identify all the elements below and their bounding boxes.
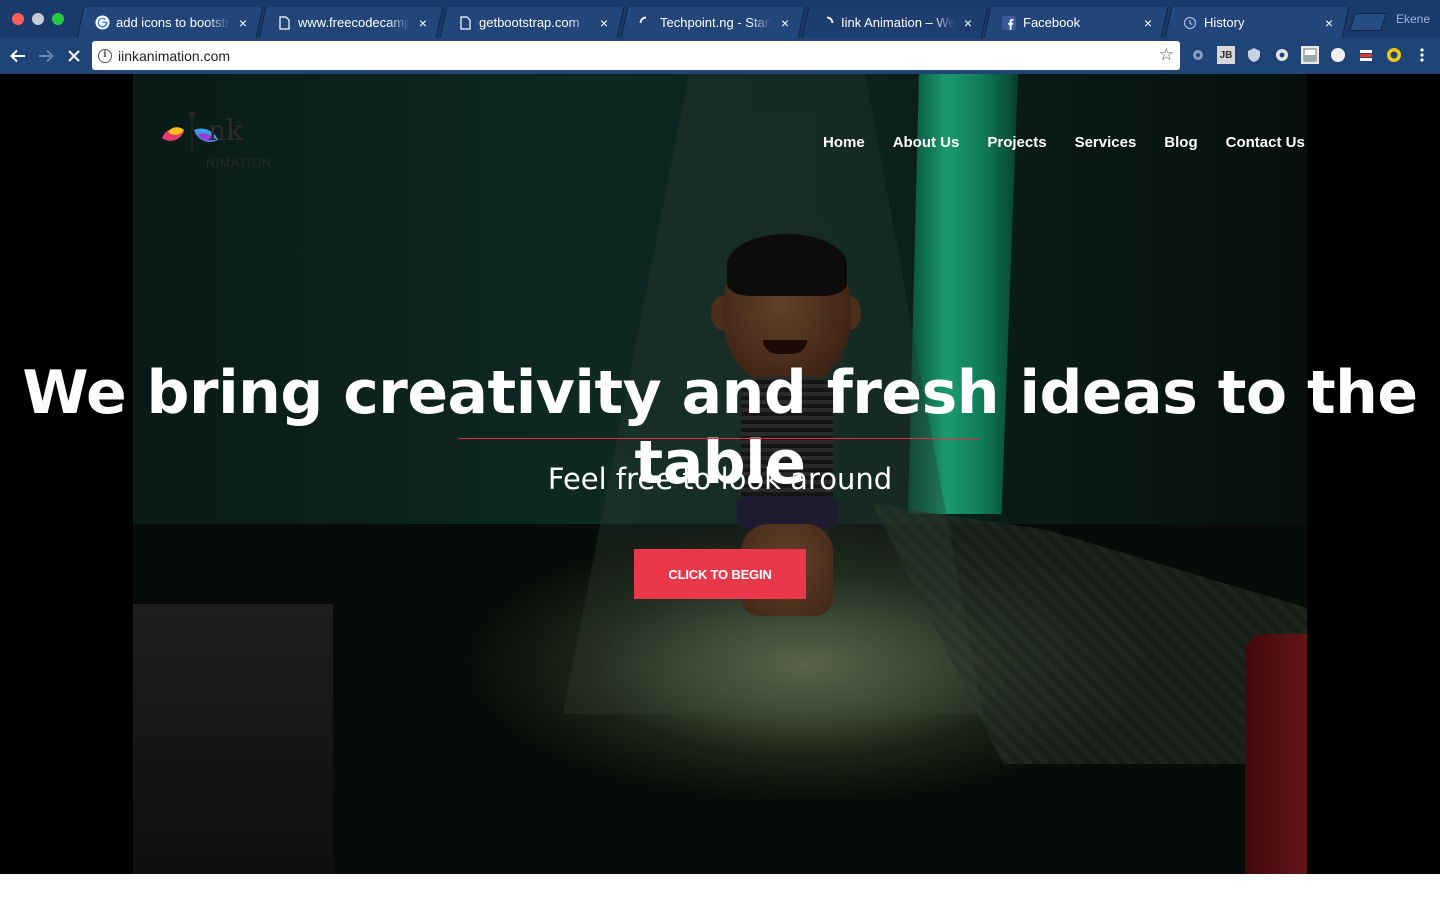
- nav-about-us[interactable]: About Us: [893, 134, 960, 151]
- nav-blog[interactable]: Blog: [1164, 134, 1197, 151]
- page-icon: [276, 15, 292, 31]
- tab-title: add icons to bootstrap: [116, 15, 230, 30]
- tab-close-icon[interactable]: ×: [1141, 15, 1155, 31]
- tab-getbootstrap[interactable]: getbootstrap.com ×: [443, 7, 621, 38]
- coin-extension-icon[interactable]: [1385, 46, 1403, 64]
- maximize-window-button[interactable]: [52, 13, 64, 25]
- stop-loading-button[interactable]: [62, 44, 86, 68]
- minimize-window-button[interactable]: [32, 13, 44, 25]
- back-arrow-icon: [10, 49, 25, 63]
- back-button[interactable]: [6, 44, 30, 68]
- tab-title: Facebook: [1023, 15, 1081, 30]
- new-tab-button[interactable]: [1349, 13, 1387, 31]
- loading-spinner-icon: [819, 15, 835, 31]
- tab-close-icon[interactable]: ×: [597, 15, 611, 31]
- site-logo[interactable]: nk NIMATION: [158, 98, 278, 178]
- title-divider: [459, 438, 979, 439]
- tab-facebook[interactable]: Facebook ×: [987, 7, 1165, 38]
- tab-add-icons[interactable]: add icons to bootstrap ×: [80, 7, 260, 38]
- tab-iink-animation[interactable]: Iink Animation – We create ×: [805, 7, 985, 38]
- site-info-icon[interactable]: i: [98, 48, 112, 63]
- history-icon: [1182, 15, 1198, 31]
- circle-extension-icon[interactable]: [1329, 46, 1347, 64]
- profile-name[interactable]: Ekene: [1396, 12, 1430, 26]
- nav-home[interactable]: Home: [823, 134, 865, 151]
- tab-title: History: [1204, 15, 1245, 30]
- menu-dots-icon[interactable]: [1413, 46, 1431, 64]
- logo-text: nk: [208, 114, 243, 147]
- google-g-icon: [94, 15, 110, 31]
- tab-title: www.freecodecamp.org: [298, 15, 410, 30]
- tab-history[interactable]: History ×: [1168, 7, 1346, 38]
- click-to-begin-button[interactable]: CLICK TO BEGIN: [634, 549, 806, 599]
- settings-extension-icon[interactable]: [1273, 46, 1291, 64]
- browser-tabstrip: add icons to bootstrap × www.freecodecam…: [0, 0, 1440, 38]
- forward-arrow-icon: [39, 49, 54, 63]
- window-extension-icon[interactable]: [1301, 46, 1319, 64]
- tab-close-icon[interactable]: ×: [961, 15, 975, 31]
- tab-freecodecamp[interactable]: www.freecodecamp.org ×: [262, 7, 440, 38]
- stop-x-icon: [68, 50, 80, 62]
- nav-contact-us[interactable]: Contact Us: [1226, 134, 1305, 151]
- hero-section: nk NIMATION Home About Us Projects Servi…: [0, 74, 1440, 874]
- page-icon: [457, 15, 473, 31]
- logo-subtext: NIMATION: [206, 156, 272, 170]
- main-nav: Home About Us Projects Services Blog Con…: [823, 134, 1333, 151]
- tab-title: Techpoint.ng - Startups: [660, 15, 772, 30]
- shield-extension-icon[interactable]: [1245, 46, 1263, 64]
- tab-close-icon[interactable]: ×: [236, 15, 250, 31]
- url-text[interactable]: iinkanimation.com: [118, 48, 230, 64]
- address-bar[interactable]: i iinkanimation.com ☆: [92, 41, 1180, 70]
- tab-close-icon[interactable]: ×: [778, 15, 792, 31]
- nav-services[interactable]: Services: [1075, 134, 1137, 151]
- tab-title: getbootstrap.com: [479, 15, 580, 30]
- jb-extension-icon[interactable]: JB: [1217, 46, 1235, 64]
- tab-close-icon[interactable]: ×: [1322, 15, 1336, 31]
- nav-projects[interactable]: Projects: [987, 134, 1046, 151]
- tab-title: Iink Animation – We create: [841, 15, 955, 30]
- bookmark-star-icon[interactable]: ☆: [1159, 45, 1174, 65]
- loading-spinner-icon: [638, 15, 654, 31]
- tab-techpoint[interactable]: Techpoint.ng - Startups ×: [624, 7, 802, 38]
- gear-extension-icon[interactable]: [1189, 46, 1207, 64]
- tab-close-icon[interactable]: ×: [416, 15, 430, 31]
- bars-extension-icon[interactable]: [1357, 46, 1375, 64]
- facebook-icon: [1001, 15, 1017, 31]
- forward-button[interactable]: [34, 44, 58, 68]
- hero-subtitle: Feel free to look around: [547, 462, 893, 496]
- close-window-button[interactable]: [12, 13, 24, 25]
